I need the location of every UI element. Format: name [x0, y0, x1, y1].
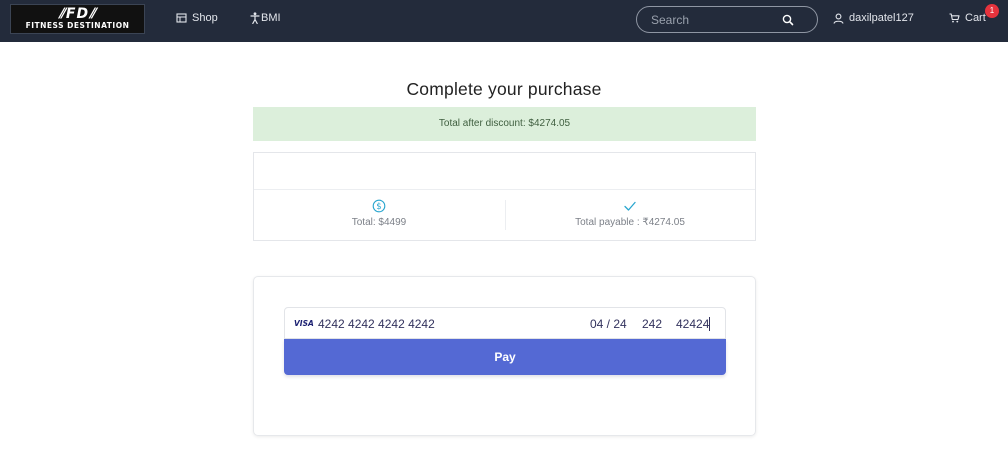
card-element[interactable]: VISA 4242 4242 4242 4242 04 / 24 242 424… [284, 307, 726, 339]
payable-label: Total payable : ₹4274.05 [575, 217, 685, 228]
total-label: Total: $4499 [351, 217, 407, 228]
check-icon [624, 201, 636, 211]
dollar-circle-icon: $ [372, 199, 386, 213]
search-icon[interactable] [781, 13, 795, 27]
total-stat: $ Total: $4499 [254, 199, 504, 229]
visa-icon: VISA [294, 319, 314, 328]
navbar: ⫽FD⫽ FITNESS DESTINATION Shop BMI daxilp… [0, 0, 1008, 42]
card-expiry-field[interactable]: 04 / 24 [590, 317, 627, 331]
card-number-field[interactable]: 4242 4242 4242 4242 [318, 317, 435, 331]
nav-link-shop-label: Shop [192, 12, 218, 24]
username: daxilpatel127 [849, 12, 914, 24]
user-icon [833, 13, 844, 24]
cart-icon [949, 13, 960, 23]
payable-stat: Total payable : ₹4274.05 [505, 199, 755, 229]
nav-link-shop[interactable]: Shop [176, 11, 218, 25]
summary-divider [254, 189, 755, 190]
cart-link[interactable]: Cart [949, 11, 986, 25]
store-icon [176, 13, 187, 23]
logo-text: FITNESS DESTINATION [25, 21, 130, 30]
search-box [636, 6, 818, 33]
user-menu[interactable]: daxilpatel127 [833, 11, 914, 25]
card-cvc-field[interactable]: 242 [642, 317, 662, 331]
pay-button[interactable]: Pay [284, 339, 726, 375]
logo-mark: ⫽FD⫽ [58, 6, 97, 22]
order-summary: $ Total: $4499 Total payable : ₹4274.05 [253, 152, 756, 241]
logo[interactable]: ⫽FD⫽ FITNESS DESTINATION [10, 4, 145, 34]
search-input[interactable] [651, 12, 781, 27]
nav-link-bmi[interactable]: BMI [250, 11, 281, 25]
cart-count-badge: 1 [985, 4, 999, 18]
nav-link-bmi-label: BMI [261, 12, 281, 24]
person-icon [250, 12, 260, 24]
text-cursor [709, 317, 710, 331]
cart-label: Cart [965, 12, 986, 24]
payment-card: VISA 4242 4242 4242 4242 04 / 24 242 424… [253, 276, 756, 436]
svg-text:$: $ [376, 202, 381, 212]
discount-alert: Total after discount: $4274.05 [253, 107, 756, 141]
page-title: Complete your purchase [406, 79, 602, 99]
card-zip-field[interactable]: 42424 [676, 317, 709, 331]
